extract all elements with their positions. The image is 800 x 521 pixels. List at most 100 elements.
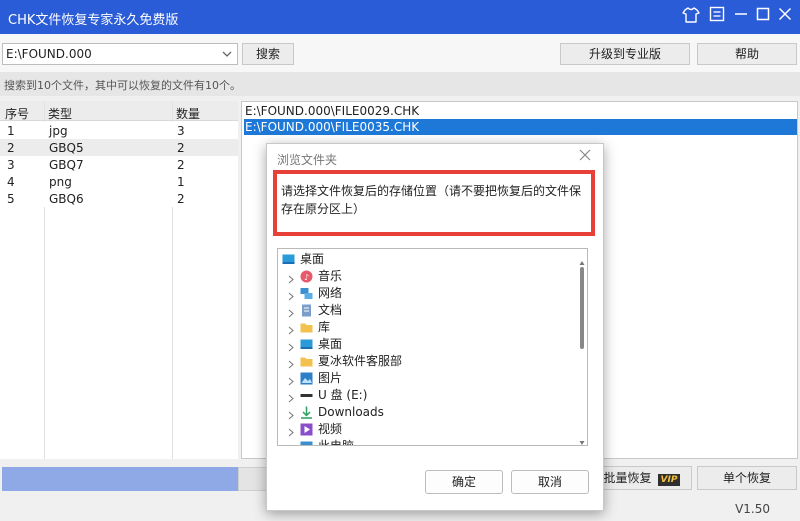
folder-icon: [300, 321, 313, 334]
tree-item-label: 夏冰软件客服部: [318, 354, 403, 368]
row-count: 2: [177, 141, 185, 155]
pictures-icon: [300, 372, 313, 385]
chevron-right-icon[interactable]: [286, 306, 295, 318]
tree-item-pictures[interactable]: 图片: [286, 370, 576, 387]
chevron-right-icon[interactable]: [286, 272, 295, 284]
scroll-up-icon[interactable]: [579, 255, 585, 265]
tree-item-label: 桌面: [318, 337, 343, 351]
progress-track: [238, 467, 268, 491]
minimize-icon[interactable]: [730, 6, 752, 28]
vip-badge: VIP: [657, 474, 681, 486]
maximize-icon[interactable]: [752, 6, 774, 28]
file-type-table: 序号 类型 数量 1 jpg 3 2 GBQ5 2 3 GBQ7 2 4 png…: [0, 101, 238, 459]
upgrade-button[interactable]: 升级到专业版: [560, 43, 690, 65]
toolbar: E:\FOUND.000 搜索 升级到专业版 帮助: [0, 34, 800, 72]
tree-item-label: Downloads: [318, 405, 384, 419]
scrollbar-thumb[interactable]: [580, 267, 584, 349]
table-header: [0, 101, 238, 121]
chevron-right-icon[interactable]: [286, 374, 295, 386]
network-icon: [300, 287, 313, 300]
skin-icon[interactable]: [680, 6, 702, 28]
tree-item-label: 视频: [318, 422, 343, 436]
tree-item-label: 此电脑: [318, 439, 355, 446]
dialog-title: 浏览文件夹: [277, 153, 338, 167]
document-icon: [300, 304, 313, 317]
status-text: 搜索到10个文件，其中可以恢复的文件有10个。: [4, 79, 241, 92]
row-index: 2: [7, 141, 15, 155]
cancel-button[interactable]: 取消: [511, 470, 589, 494]
tree-item-label: 网络: [318, 286, 343, 300]
batch-recover-label: 批量恢复: [603, 471, 652, 485]
progress-bar: [2, 467, 238, 491]
close-icon[interactable]: [774, 6, 796, 28]
table-row[interactable]: [0, 122, 238, 139]
chevron-right-icon[interactable]: [286, 442, 295, 445]
tree-item-videos[interactable]: 视频: [286, 421, 576, 438]
tree-item-library[interactable]: 库: [286, 319, 576, 336]
table-row[interactable]: [0, 190, 238, 207]
download-icon: [300, 406, 313, 419]
row-type: png: [49, 175, 72, 189]
row-count: 2: [177, 192, 185, 206]
row-type: GBQ7: [49, 158, 84, 172]
table-row[interactable]: [0, 156, 238, 173]
tree-item-documents[interactable]: 文档: [286, 302, 576, 319]
tree-item-label: 库: [318, 320, 331, 334]
tree-item-label: 文档: [318, 303, 343, 317]
svg-text:♪: ♪: [304, 273, 309, 282]
help-button[interactable]: 帮助: [697, 43, 797, 65]
version-label: V1.50: [735, 502, 770, 516]
music-icon: ♪: [300, 270, 313, 283]
chevron-down-icon[interactable]: [221, 48, 233, 60]
chevron-right-icon[interactable]: [286, 323, 295, 335]
title-bar: CHK文件恢复专家永久免费版: [0, 0, 800, 34]
tree-item-network[interactable]: 网络: [286, 285, 576, 302]
chevron-right-icon[interactable]: [286, 391, 295, 403]
tree-scrollbar[interactable]: [579, 255, 585, 445]
row-type: GBQ5: [49, 141, 84, 155]
usb-drive-icon: [300, 389, 313, 402]
video-icon: [300, 423, 313, 436]
tree-item-usb-drive[interactable]: U 盘 (E:): [286, 387, 576, 404]
tree-item-music[interactable]: ♪ 音乐: [286, 268, 576, 285]
tree-item-label: 图片: [318, 371, 343, 385]
browse-folder-dialog: 浏览文件夹 请选择文件恢复后的存储位置（请不要把恢复后的文件保存在原分区上） 桌…: [266, 143, 604, 511]
header-type[interactable]: 类型: [48, 105, 72, 122]
computer-icon: [300, 440, 313, 445]
dialog-message: 请选择文件恢复后的存储位置（请不要把恢复后的文件保存在原分区上）: [273, 170, 595, 236]
header-count[interactable]: 数量: [176, 105, 200, 122]
file-list-item-selected[interactable]: E:\FOUND.000\FILE0035.CHK: [244, 119, 797, 135]
tree-item-desktop[interactable]: 桌面: [286, 336, 576, 353]
single-recover-button[interactable]: 单个恢复: [697, 466, 797, 490]
tree-item-downloads[interactable]: Downloads: [286, 404, 576, 421]
row-index: 4: [7, 175, 15, 189]
chevron-right-icon[interactable]: [286, 425, 295, 437]
scroll-down-icon[interactable]: [579, 435, 585, 445]
path-combobox[interactable]: E:\FOUND.000: [2, 43, 238, 65]
file-list-item[interactable]: E:\FOUND.000\FILE0029.CHK: [244, 103, 797, 119]
folder-tree: 桌面 ♪ 音乐 网络 文档 库 桌面 夏冰软件客服部 图片 U 盘 (E:) D…: [277, 248, 588, 446]
search-button[interactable]: 搜索: [242, 43, 294, 65]
close-icon[interactable]: [577, 148, 593, 164]
row-count: 2: [177, 158, 185, 172]
tree-item-desktop-root[interactable]: 桌面: [282, 251, 572, 268]
tree-item-this-pc[interactable]: 此电脑: [286, 438, 576, 446]
status-bar: 搜索到10个文件，其中可以恢复的文件有10个。: [0, 72, 800, 96]
row-index: 3: [7, 158, 15, 172]
chevron-right-icon[interactable]: [286, 289, 295, 301]
ok-button[interactable]: 确定: [425, 470, 503, 494]
tree-item-service-folder[interactable]: 夏冰软件客服部: [286, 353, 576, 370]
table-row[interactable]: [0, 173, 238, 190]
menu-icon[interactable]: [706, 6, 728, 28]
header-index[interactable]: 序号: [5, 105, 29, 122]
batch-recover-button[interactable]: 批量恢复 VIP: [592, 466, 692, 490]
chevron-right-icon[interactable]: [286, 340, 295, 352]
table-row[interactable]: [0, 139, 238, 156]
row-type: jpg: [49, 124, 68, 138]
path-value: E:\FOUND.000: [6, 47, 92, 61]
chevron-right-icon[interactable]: [286, 357, 295, 369]
row-count: 1: [177, 175, 185, 189]
row-count: 3: [177, 124, 185, 138]
desktop-icon: [300, 338, 313, 351]
chevron-right-icon[interactable]: [286, 408, 295, 420]
